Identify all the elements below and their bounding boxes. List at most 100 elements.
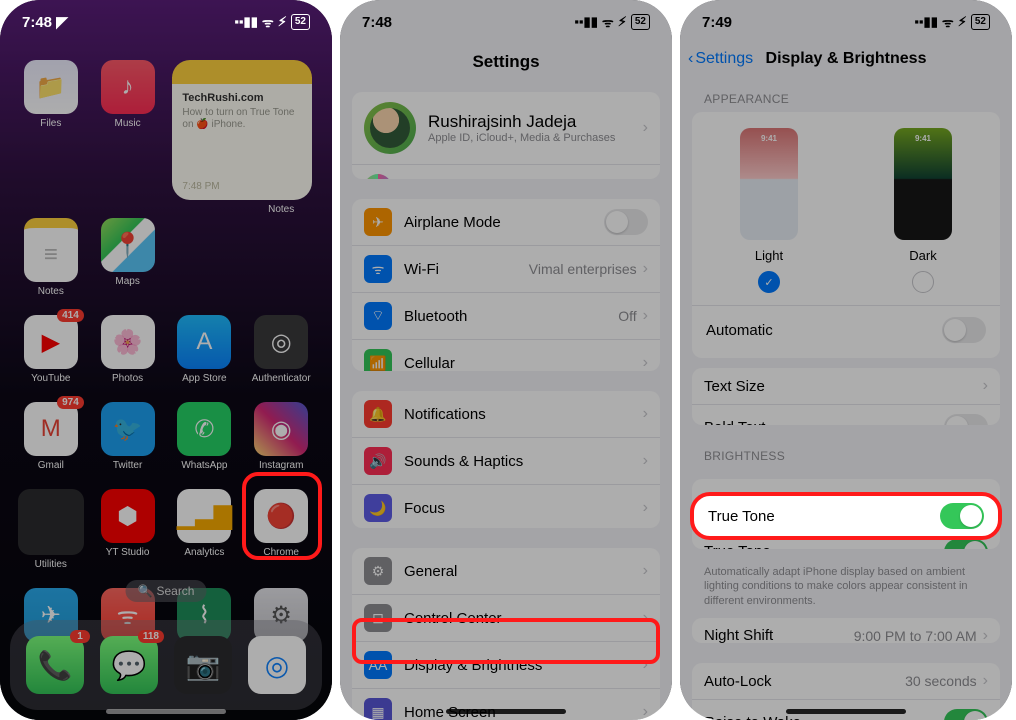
app-files[interactable]: 📁Files [19, 60, 83, 200]
bell-icon: 🔔 [364, 400, 392, 428]
app-grid: 📁Files ♪Music TechRushi.com How to turn … [0, 60, 332, 657]
back-button[interactable]: ‹Settings [688, 50, 753, 68]
spotlight-search[interactable]: 🔍 Search [126, 580, 207, 602]
row-night-shift[interactable]: Night Shift9:00 PM to 7:00 AM› [692, 618, 1000, 643]
settings-screen[interactable]: 7:48 ▪▪▮▮ ᯤ ⚡︎ 52 Settings Rushirajsinh … [340, 0, 672, 720]
dock-messages[interactable]: 💬118 [100, 636, 158, 694]
toggle-raise[interactable] [944, 709, 988, 720]
app-youtube[interactable]: ▶414YouTube [19, 315, 83, 384]
app-photos[interactable]: 🌸Photos [96, 315, 160, 384]
row-label: Focus [404, 500, 643, 517]
toggle-airplane[interactable] [604, 209, 648, 235]
radio-light[interactable]: ✓ [758, 271, 780, 293]
wifi-icon: ᯤ [262, 13, 274, 31]
row-wifi[interactable]: ᯤWi-FiVimal enterprises› [352, 246, 660, 293]
row-display-brightness[interactable]: AADisplay & Brightness› [352, 642, 660, 689]
widget-time: 7:48 PM [182, 181, 219, 192]
home-indicator[interactable] [786, 709, 906, 714]
family-icon [364, 174, 392, 179]
group-connectivity: ✈Airplane Mode ᯤWi-FiVimal enterprises› … [352, 199, 660, 371]
appearance-row: 9:41 Light ✓ 9:41 Dark [692, 128, 1000, 305]
brightness-slider[interactable]: ☼ ☀ [706, 491, 986, 519]
nav-bar: ‹Settings Display & Brightness [680, 44, 1012, 78]
row-label: Airplane Mode [404, 214, 604, 231]
app-label: Photos [112, 373, 143, 384]
row-label: Sounds & Haptics [404, 453, 643, 470]
status-time: 7:48 [362, 14, 392, 31]
toggle-automatic[interactable] [942, 317, 986, 343]
app-label: Authenticator [252, 373, 311, 384]
row-automatic[interactable]: Automatic [692, 305, 1000, 354]
row-general[interactable]: ⚙General› [352, 548, 660, 595]
badge: 974 [57, 396, 84, 409]
chevron-right-icon: › [643, 609, 648, 627]
row-label: Text Size [704, 378, 983, 395]
app-chrome[interactable]: 🔴Chrome [249, 489, 313, 570]
row-airplane[interactable]: ✈Airplane Mode [352, 199, 660, 246]
row-family[interactable]: Family › [352, 165, 660, 179]
app-label: Twitter [113, 460, 142, 471]
widget-notes-label: Notes [249, 218, 313, 297]
row-apple-id[interactable]: Rushirajsinh Jadeja Apple ID, iCloud+, M… [352, 92, 660, 165]
app-whatsapp[interactable]: ✆WhatsApp [172, 402, 236, 471]
app-maps[interactable]: 📍Maps [96, 218, 160, 297]
row-auto-lock[interactable]: Auto-Lock30 seconds› [692, 663, 1000, 700]
dock-safari[interactable]: ◎ [248, 636, 306, 694]
app-instagram[interactable]: ◉Instagram [249, 402, 313, 471]
status-time: 7:49 [702, 14, 732, 31]
app-gmail[interactable]: M974Gmail [19, 402, 83, 471]
row-notifications[interactable]: 🔔Notifications› [352, 391, 660, 438]
app-notes[interactable]: ≡Notes [19, 218, 83, 297]
wifi-icon: ᯤ [942, 13, 954, 31]
app-label: WhatsApp [181, 460, 227, 471]
row-text-size[interactable]: Text Size› [692, 368, 1000, 405]
wifi-icon: ᯤ [602, 13, 614, 31]
row-focus[interactable]: 🌙Focus› [352, 485, 660, 528]
app-authenticator[interactable]: ◎Authenticator [249, 315, 313, 384]
notes-widget[interactable]: TechRushi.com How to turn on True Tone o… [172, 60, 312, 200]
app-utilities[interactable]: Utilities [19, 489, 83, 570]
toggle-bold[interactable] [944, 414, 988, 425]
row-home-screen[interactable]: ▦Home Screen› [352, 689, 660, 720]
app-label: App Store [182, 373, 226, 384]
row-bold-text[interactable]: Bold Text [692, 405, 1000, 425]
status-bar: 7:49 ▪▪▮▮ ᯤ ⚡︎ 52 [680, 0, 1012, 44]
row-control-center[interactable]: ⊟Control Center› [352, 595, 660, 642]
back-label: Settings [695, 50, 753, 68]
battery-level: 52 [971, 14, 990, 30]
slider-track[interactable] [727, 503, 962, 506]
app-appstore[interactable]: AApp Store [172, 315, 236, 384]
display-brightness-screen[interactable]: 7:49 ▪▪▮▮ ᯤ ⚡︎ 52 ‹Settings Display & Br… [680, 0, 1012, 720]
row-label: Display & Brightness [404, 657, 643, 674]
dock-phone[interactable]: 📞1 [26, 636, 84, 694]
chevron-right-icon: › [643, 119, 648, 137]
app-music[interactable]: ♪Music [96, 60, 160, 200]
battery-icon: ⚡︎ [618, 14, 627, 30]
signal-icon: ▪▪▮▮ [574, 14, 598, 30]
radio-dark[interactable] [912, 271, 934, 293]
bluetooth-icon: ⌔ [364, 302, 392, 330]
row-cellular[interactable]: 📶Cellular› [352, 340, 660, 371]
sun-large-icon: ☀ [970, 494, 986, 515]
panel-settings-list: 7:48 ▪▪▮▮ ᯤ ⚡︎ 52 Settings Rushirajsinh … [340, 0, 672, 720]
row-value: Vimal enterprises [529, 261, 637, 277]
status-time: 7:48 ◤ [22, 13, 68, 31]
dock-camera[interactable]: 📷 [174, 636, 232, 694]
slider-thumb[interactable] [799, 493, 823, 517]
row-sounds[interactable]: 🔊Sounds & Haptics› [352, 438, 660, 485]
app-label: Maps [115, 276, 139, 287]
mode-dark[interactable]: 9:41 Dark [894, 128, 952, 293]
mode-light[interactable]: 9:41 Light ✓ [740, 128, 798, 293]
chevron-left-icon: ‹ [688, 50, 693, 68]
row-true-tone[interactable]: True Tone [692, 529, 1000, 549]
toggle-true-tone[interactable] [944, 539, 988, 549]
app-analytics[interactable]: ▁▃▇Analytics [172, 489, 236, 570]
row-bluetooth[interactable]: ⌔BluetoothOff› [352, 293, 660, 340]
home-indicator[interactable] [446, 709, 566, 714]
app-ytstudio[interactable]: ⬢YT Studio [96, 489, 160, 570]
status-bar: 7:48 ▪▪▮▮ ᯤ ⚡︎ 52 [340, 0, 672, 44]
row-value: 30 seconds [905, 673, 977, 689]
app-twitter[interactable]: 🐦Twitter [96, 402, 160, 471]
profile-sub: Apple ID, iCloud+, Media & Purchases [428, 132, 643, 144]
home-indicator[interactable] [106, 709, 226, 714]
